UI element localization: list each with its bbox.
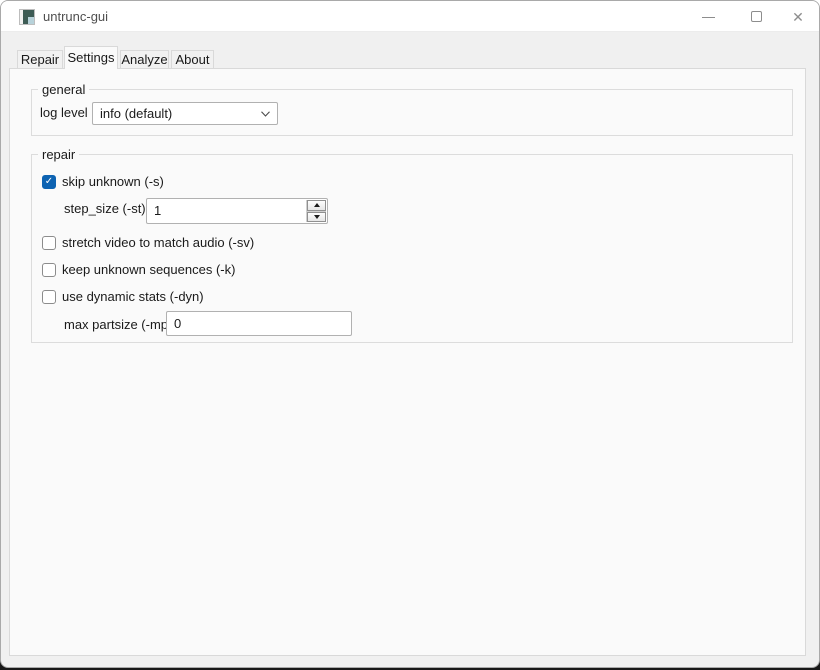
spin-up-button[interactable]	[307, 200, 326, 211]
general-groupbox: general log level info (default)	[31, 82, 793, 136]
tab-about[interactable]: About	[171, 50, 214, 69]
keep-unknown-checkbox[interactable]: ✓	[42, 262, 56, 277]
step-size-spin-buttons	[306, 200, 326, 222]
tab-repair[interactable]: Repair	[17, 50, 63, 69]
minimize-button[interactable]	[693, 1, 723, 32]
app-icon	[19, 9, 35, 25]
max-partsize-input[interactable]: 0	[166, 311, 352, 336]
minimize-icon	[701, 16, 715, 18]
stretch-video-checkbox[interactable]: ✓	[42, 235, 56, 250]
dynamic-stats-checkbox-row[interactable]: ✓ use dynamic stats (-dyn)	[42, 289, 204, 304]
stretch-video-label: stretch video to match audio (-sv)	[62, 235, 255, 250]
skip-unknown-checkbox-row[interactable]: ✓ skip unknown (-s)	[42, 174, 164, 189]
chevron-down-icon	[261, 111, 270, 117]
spin-down-button[interactable]	[307, 211, 326, 222]
app-window: untrunc-gui ✕ Repair Settings Analyze Ab…	[0, 0, 820, 668]
dynamic-stats-checkbox[interactable]: ✓	[42, 289, 56, 304]
dynamic-stats-label: use dynamic stats (-dyn)	[62, 289, 204, 304]
log-level-value: info (default)	[100, 106, 173, 121]
keep-unknown-checkbox-row[interactable]: ✓ keep unknown sequences (-k)	[42, 262, 235, 277]
general-groupbox-legend: general	[38, 82, 90, 97]
step-size-spinbox[interactable]: 1	[146, 198, 328, 224]
spin-up-icon	[313, 203, 320, 208]
skip-unknown-checkbox[interactable]: ✓	[42, 174, 56, 189]
window-title: untrunc-gui	[43, 9, 109, 24]
max-partsize-label: max partsize (-mp)	[64, 317, 173, 332]
max-partsize-value: 0	[174, 316, 182, 331]
maximize-icon	[750, 11, 762, 22]
step-size-value: 1	[154, 203, 162, 218]
tab-analyze[interactable]: Analyze	[120, 50, 169, 69]
repair-groupbox: repair ✓ skip unknown (-s) step_size (-s…	[31, 147, 793, 343]
close-button[interactable]: ✕	[783, 1, 813, 32]
log-level-combobox[interactable]: info (default)	[92, 102, 278, 125]
checkmark-icon: ✓	[44, 175, 54, 187]
spin-down-icon	[313, 214, 320, 219]
tab-settings[interactable]: Settings	[64, 46, 118, 69]
stretch-video-checkbox-row[interactable]: ✓ stretch video to match audio (-sv)	[42, 235, 254, 250]
log-level-label: log level	[40, 105, 88, 120]
close-icon: ✕	[792, 8, 804, 25]
repair-groupbox-legend: repair	[38, 147, 80, 162]
keep-unknown-label: keep unknown sequences (-k)	[62, 262, 236, 277]
skip-unknown-label: skip unknown (-s)	[62, 174, 164, 189]
step-size-label: step_size (-st)	[64, 201, 146, 216]
titlebar[interactable]: untrunc-gui ✕	[1, 1, 819, 32]
maximize-button[interactable]	[741, 1, 771, 32]
